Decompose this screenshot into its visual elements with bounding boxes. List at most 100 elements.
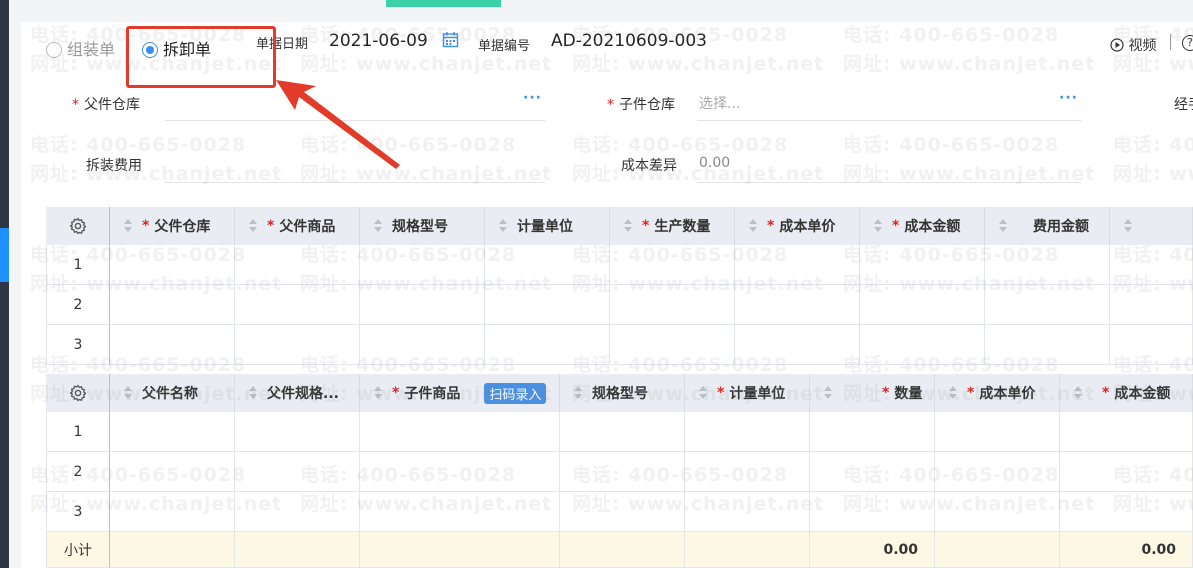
parent-table-col-7[interactable]: 费用金额 <box>985 207 1110 245</box>
table-cell[interactable] <box>560 452 685 492</box>
table-cell[interactable] <box>610 285 735 325</box>
child-table-col-2[interactable]: * 子件商品 扫码录入 <box>360 374 560 412</box>
date-value[interactable]: 2021-06-09 <box>329 31 428 51</box>
child-table-col-6[interactable]: * 成本单价 <box>935 374 1060 412</box>
sort-icon[interactable] <box>124 386 132 400</box>
table-cell[interactable] <box>235 452 360 492</box>
table-cell[interactable] <box>985 285 1110 325</box>
column-settings-icon[interactable] <box>46 207 110 245</box>
table-cell[interactable] <box>735 325 860 365</box>
child-table-col-1[interactable]: 父件规格... <box>235 374 360 412</box>
assembly-fee-input[interactable] <box>165 152 545 182</box>
child-table-col-0[interactable]: 父件名称 <box>110 374 235 412</box>
table-cell[interactable] <box>1110 285 1193 325</box>
parent-table-col-5[interactable]: * 成本单价 <box>735 207 860 245</box>
table-cell[interactable] <box>810 492 935 532</box>
table-cell[interactable] <box>860 285 985 325</box>
child-table-col-4[interactable]: * 计量单位 <box>685 374 810 412</box>
table-cell[interactable] <box>935 412 1060 452</box>
sort-icon[interactable] <box>824 386 832 400</box>
video-button[interactable]: 视频 <box>1110 35 1156 55</box>
sort-icon[interactable] <box>249 386 257 400</box>
table-cell[interactable] <box>735 285 860 325</box>
table-cell[interactable] <box>235 285 360 325</box>
table-cell[interactable] <box>360 452 560 492</box>
radio-assembly[interactable]: 组装单 <box>46 36 115 60</box>
table-cell[interactable] <box>935 452 1060 492</box>
table-cell[interactable] <box>485 285 610 325</box>
child-warehouse-more-icon[interactable]: ··· <box>1059 90 1078 106</box>
table-cell[interactable] <box>735 245 860 285</box>
table-cell[interactable] <box>1110 245 1193 285</box>
table-cell[interactable] <box>985 245 1110 285</box>
table-cell[interactable] <box>1060 412 1193 452</box>
table-cell[interactable] <box>610 325 735 365</box>
table-cell[interactable] <box>560 412 685 452</box>
table-cell[interactable] <box>935 492 1060 532</box>
table-cell[interactable] <box>360 325 485 365</box>
required-mark: * <box>882 385 890 401</box>
table-cell[interactable] <box>110 412 235 452</box>
child-table-col-5[interactable]: * 数量 <box>810 374 935 412</box>
video-label: 视频 <box>1128 38 1157 54</box>
table-cell[interactable] <box>110 245 235 285</box>
sort-icon[interactable] <box>124 219 132 233</box>
sort-icon[interactable] <box>374 219 382 233</box>
sort-icon[interactable] <box>374 386 382 400</box>
table-cell[interactable] <box>810 452 935 492</box>
table-cell[interactable] <box>235 412 360 452</box>
scan-entry-button[interactable]: 扫码录入 <box>484 382 547 404</box>
table-cell[interactable] <box>860 245 985 285</box>
sort-icon[interactable] <box>874 219 882 233</box>
parent-warehouse-input[interactable] <box>165 90 545 120</box>
table-cell[interactable] <box>110 285 235 325</box>
parent-table-col-2[interactable]: 规格型号 <box>360 207 485 245</box>
table-cell[interactable] <box>110 452 235 492</box>
child-warehouse-input[interactable]: 选择... <box>699 93 1079 119</box>
table-cell[interactable] <box>360 412 560 452</box>
table-cell[interactable] <box>235 492 360 532</box>
sort-icon[interactable] <box>249 219 257 233</box>
sort-icon[interactable] <box>1124 219 1132 233</box>
table-cell[interactable] <box>235 325 360 365</box>
table-cell[interactable] <box>810 412 935 452</box>
table-cell[interactable] <box>610 245 735 285</box>
table-cell[interactable] <box>1060 492 1193 532</box>
table-cell[interactable] <box>485 325 610 365</box>
table-cell[interactable] <box>110 325 235 365</box>
parent-table-col-6[interactable]: * 成本金额 <box>860 207 985 245</box>
parent-table-col-4[interactable]: * 生产数量 <box>610 207 735 245</box>
table-cell[interactable] <box>485 245 610 285</box>
parent-table-col-0[interactable]: * 父件仓库 <box>110 207 235 245</box>
table-cell[interactable] <box>560 492 685 532</box>
child-table-col-7[interactable]: * 成本金额 <box>1060 374 1193 412</box>
table-cell[interactable] <box>360 245 485 285</box>
parent-table-col-1[interactable]: * 父件商品 <box>235 207 360 245</box>
table-cell[interactable] <box>685 452 810 492</box>
sort-icon[interactable] <box>1074 386 1082 400</box>
sort-icon[interactable] <box>624 219 632 233</box>
table-cell[interactable] <box>1110 325 1193 365</box>
child-table-col-3[interactable]: 规格型号 <box>560 374 685 412</box>
sort-icon[interactable] <box>699 386 707 400</box>
table-cell[interactable] <box>860 325 985 365</box>
table-cell[interactable] <box>235 245 360 285</box>
sort-icon[interactable] <box>499 219 507 233</box>
help-icon[interactable]: ? <box>1182 35 1193 51</box>
parent-warehouse-more-icon[interactable]: ··· <box>523 90 542 106</box>
table-cell[interactable] <box>1060 452 1193 492</box>
parent-table-col-3[interactable]: 计量单位 <box>485 207 610 245</box>
sort-icon[interactable] <box>749 219 757 233</box>
table-cell[interactable] <box>110 492 235 532</box>
table-cell[interactable] <box>985 325 1110 365</box>
table-cell[interactable] <box>360 492 560 532</box>
table-cell[interactable] <box>685 492 810 532</box>
sort-icon[interactable] <box>999 219 1007 233</box>
sort-icon[interactable] <box>574 386 582 400</box>
calendar-icon[interactable] <box>442 31 459 52</box>
table-cell[interactable] <box>360 285 485 325</box>
sort-icon[interactable] <box>949 386 957 400</box>
table-cell[interactable] <box>685 412 810 452</box>
parent-table-col-8[interactable] <box>1110 207 1193 245</box>
column-settings-icon[interactable] <box>46 374 110 412</box>
